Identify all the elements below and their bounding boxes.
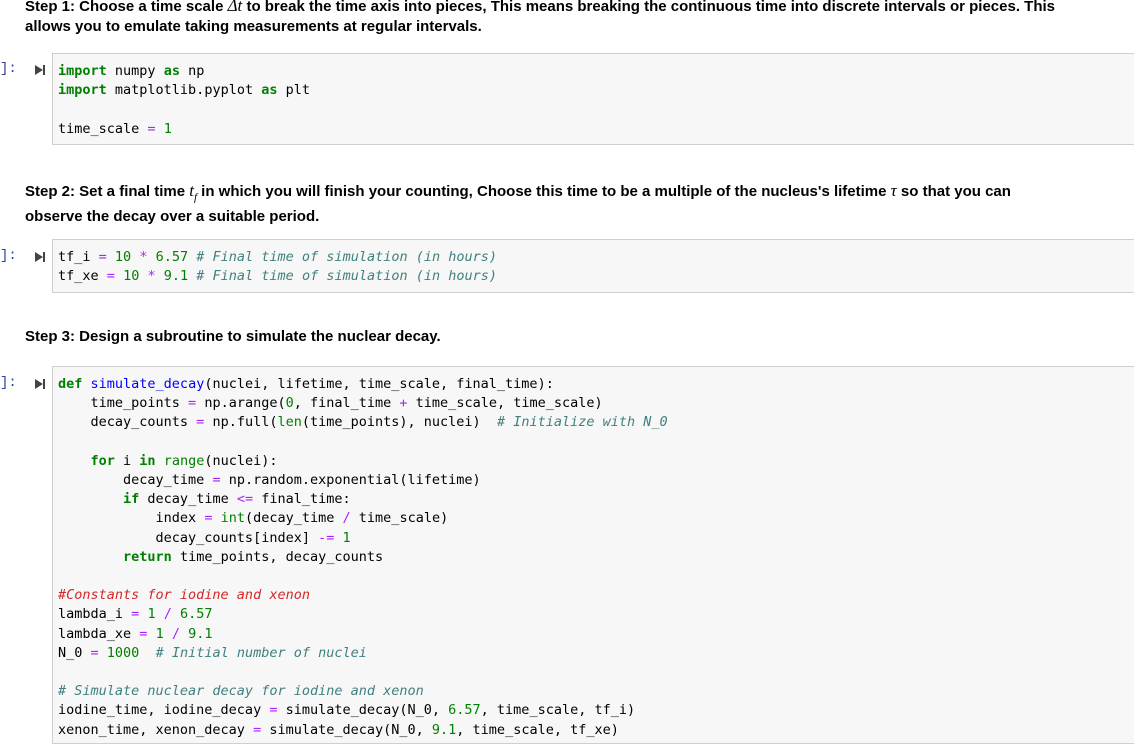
code-cell-simulate-decay[interactable]: def simulate_decay(nuclei, lifetime, tim… [52, 366, 1134, 744]
markdown-step-2: Step 2: Set a final time tf in which you… [25, 181, 1115, 227]
code-cell-final-time[interactable]: tf_i = 10 * 6.57 # Final time of simulat… [52, 239, 1134, 293]
step2-text-a: Step 2: Set a final time [25, 183, 190, 200]
run-cell-icon[interactable] [32, 63, 46, 77]
code-block[interactable]: tf_i = 10 * 6.57 # Final time of simulat… [53, 240, 1134, 294]
code-block[interactable]: import numpy as np import matplotlib.pyp… [53, 54, 1134, 147]
run-cell-icon[interactable] [32, 250, 46, 264]
code-cell-imports[interactable]: import numpy as np import matplotlib.pyp… [52, 53, 1134, 145]
code-block[interactable]: def simulate_decay(nuclei, lifetime, tim… [53, 367, 1134, 748]
step1-text-a: Step 1: Choose a time scale [25, 0, 228, 15]
cell-prompt: ]: [0, 248, 17, 264]
step2-text-c: so that you can [896, 183, 1011, 200]
cell-prompt: ]: [0, 375, 17, 391]
delta-t-symbol: Δt [227, 0, 243, 15]
markdown-step-1: Step 1: Choose a time scale Δt to break … [25, 0, 1115, 37]
step1-text-line2: allows you to emulate taking measurement… [25, 18, 482, 35]
step2-text-line2: observe the decay over a suitable period… [25, 208, 320, 226]
cell-prompt: ]: [0, 61, 17, 77]
step1-text-b: to break the time axis into pieces, This… [242, 0, 1056, 15]
tf-symbol: tf [189, 181, 197, 203]
step2-text-b: in which you will finish your counting, … [197, 183, 891, 200]
step3-text: Step 3: Design a subroutine to simulate … [25, 328, 441, 345]
run-cell-icon[interactable] [32, 377, 46, 391]
markdown-step-3: Step 3: Design a subroutine to simulate … [25, 327, 1115, 347]
